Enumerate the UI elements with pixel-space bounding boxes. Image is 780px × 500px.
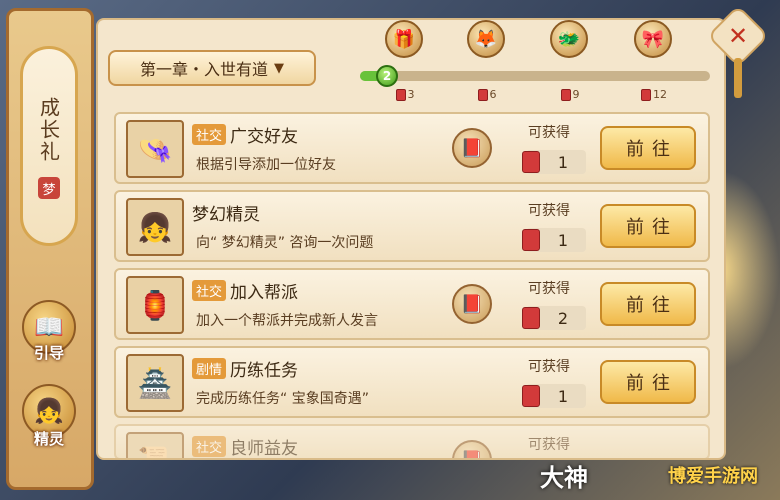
red-book-icon xyxy=(522,229,540,251)
reward-box: 1 xyxy=(522,228,586,252)
sprite-label: 精灵 xyxy=(33,430,64,448)
task-desc: 加入一个帮派并完成新人发言 xyxy=(196,313,378,329)
reward-count: 1 xyxy=(557,386,569,406)
pagoda-icon: 🏯 xyxy=(126,354,184,412)
close-icon: ✕ xyxy=(727,22,749,50)
chevron-down-icon: ▼ xyxy=(274,60,284,76)
tassel-decoration xyxy=(734,58,742,98)
sidebar-tab-growth-gift[interactable]: 成长礼 梦 xyxy=(20,46,78,246)
dragon-icon: 🐲 xyxy=(550,20,588,58)
task-tag: 社交 xyxy=(192,436,227,457)
milestone-req: 9 xyxy=(572,88,580,101)
task-tag: 社交 xyxy=(192,280,227,301)
scroll-icon: 📜 xyxy=(126,432,184,458)
chapter-dropdown[interactable]: 第一章・入世有道 ▼ xyxy=(108,50,316,86)
task-tag: 社交 xyxy=(192,124,227,145)
gift-box-icon: 🎀 xyxy=(634,20,672,58)
go-button[interactable]: 前往 xyxy=(600,282,696,326)
reward-label: 可获得 xyxy=(528,203,570,219)
watermark-right: 博爱手游网 xyxy=(668,466,758,487)
milestone-1[interactable]: 🎁 3 xyxy=(385,20,425,101)
task-desc: 完成历练任务“ 宝象国奇遇” xyxy=(196,391,369,407)
go-button[interactable]: 前往 xyxy=(600,360,696,404)
guide-book-button[interactable]: 📕 xyxy=(452,440,492,460)
task-row: 👒 社交 广交好友 根据引导添加一位好友 📕 可获得 1 前往 xyxy=(114,112,710,184)
red-book-icon xyxy=(522,307,540,329)
book-icon: 📕 xyxy=(460,293,484,315)
sprite-icon: 👧 xyxy=(34,397,64,425)
task-desc: 根据引导添加一位好友 xyxy=(196,157,336,173)
guide-book-button[interactable]: 📕 xyxy=(452,284,492,324)
task-row: 🏮 社交 加入帮派 加入一个帮派并完成新人发言 📕 可获得 2 前往 xyxy=(114,268,710,340)
go-button[interactable]: 前往 xyxy=(600,126,696,170)
straw-hat-icon: 👒 xyxy=(126,120,184,178)
task-row: 🏯 剧情 历练任务 完成历练任务“ 宝象国奇遇” 可获得 1 前往 xyxy=(114,346,710,418)
milestone-req: 3 xyxy=(407,88,415,101)
milestone-req: 6 xyxy=(489,88,497,101)
reward-count: 1 xyxy=(557,230,569,250)
reward-box: 2 xyxy=(522,306,586,330)
milestone-3[interactable]: 🐲 9 xyxy=(550,20,590,101)
red-book-icon xyxy=(395,88,406,101)
milestone-4[interactable]: 🎀 12 xyxy=(634,20,674,101)
reward-label: 可获得 xyxy=(528,437,570,453)
task-list: 👒 社交 广交好友 根据引导添加一位好友 📕 可获得 1 前往 👧 梦幻精灵 向“… xyxy=(114,112,710,466)
book-icon: 📖 xyxy=(34,313,64,341)
reward-box: 1 xyxy=(522,384,586,408)
task-row: 👧 梦幻精灵 向“ 梦幻精灵” 咨询一次问题 可获得 1 前往 xyxy=(114,190,710,262)
reward-label: 可获得 xyxy=(528,125,570,141)
task-desc: 向“ 梦幻精灵” 咨询一次问题 xyxy=(196,235,374,251)
book-icon: 📕 xyxy=(460,137,484,159)
watermark-left: 大神 xyxy=(540,464,588,492)
task-title: 梦幻精灵 xyxy=(192,205,260,225)
task-title: 良师益友 xyxy=(230,439,299,459)
red-book-icon xyxy=(641,88,651,101)
red-book-icon xyxy=(522,385,540,407)
reward-label: 可获得 xyxy=(528,281,570,297)
red-book-icon xyxy=(560,88,571,101)
milestone-req: 12 xyxy=(653,88,667,101)
guide-label: 引导 xyxy=(33,344,64,362)
chapter-label: 第一章・入世有道 xyxy=(139,60,268,79)
growth-tab-label: 成长礼 xyxy=(36,97,61,163)
reward-box: 1 xyxy=(522,150,586,174)
reward-count: 2 xyxy=(557,308,569,328)
growth-seal-icon: 梦 xyxy=(38,177,60,199)
treasure-chest-icon: 🎁 xyxy=(385,20,423,58)
task-title: 广交好友 xyxy=(230,127,299,147)
task-row: 📜 社交良师益友 📕 可获得 xyxy=(114,424,710,460)
reward-count: 1 xyxy=(557,152,569,172)
reward-label: 可获得 xyxy=(528,359,570,375)
banner-scroll-icon: 🏮 xyxy=(126,276,184,334)
task-title: 加入帮派 xyxy=(230,283,299,303)
go-button[interactable]: 前往 xyxy=(600,204,696,248)
guide-book-button[interactable]: 📕 xyxy=(452,128,492,168)
background-glow xyxy=(720,170,780,370)
milestone-2[interactable]: 🦊 6 xyxy=(467,20,507,101)
red-book-icon xyxy=(477,88,488,101)
task-tag: 剧情 xyxy=(192,358,227,379)
fox-mask-icon: 🦊 xyxy=(467,20,505,58)
book-icon: 📕 xyxy=(460,449,484,460)
task-title: 历练任务 xyxy=(230,361,299,381)
sprite-girl-icon: 👧 xyxy=(126,198,184,256)
red-book-icon xyxy=(522,151,540,173)
